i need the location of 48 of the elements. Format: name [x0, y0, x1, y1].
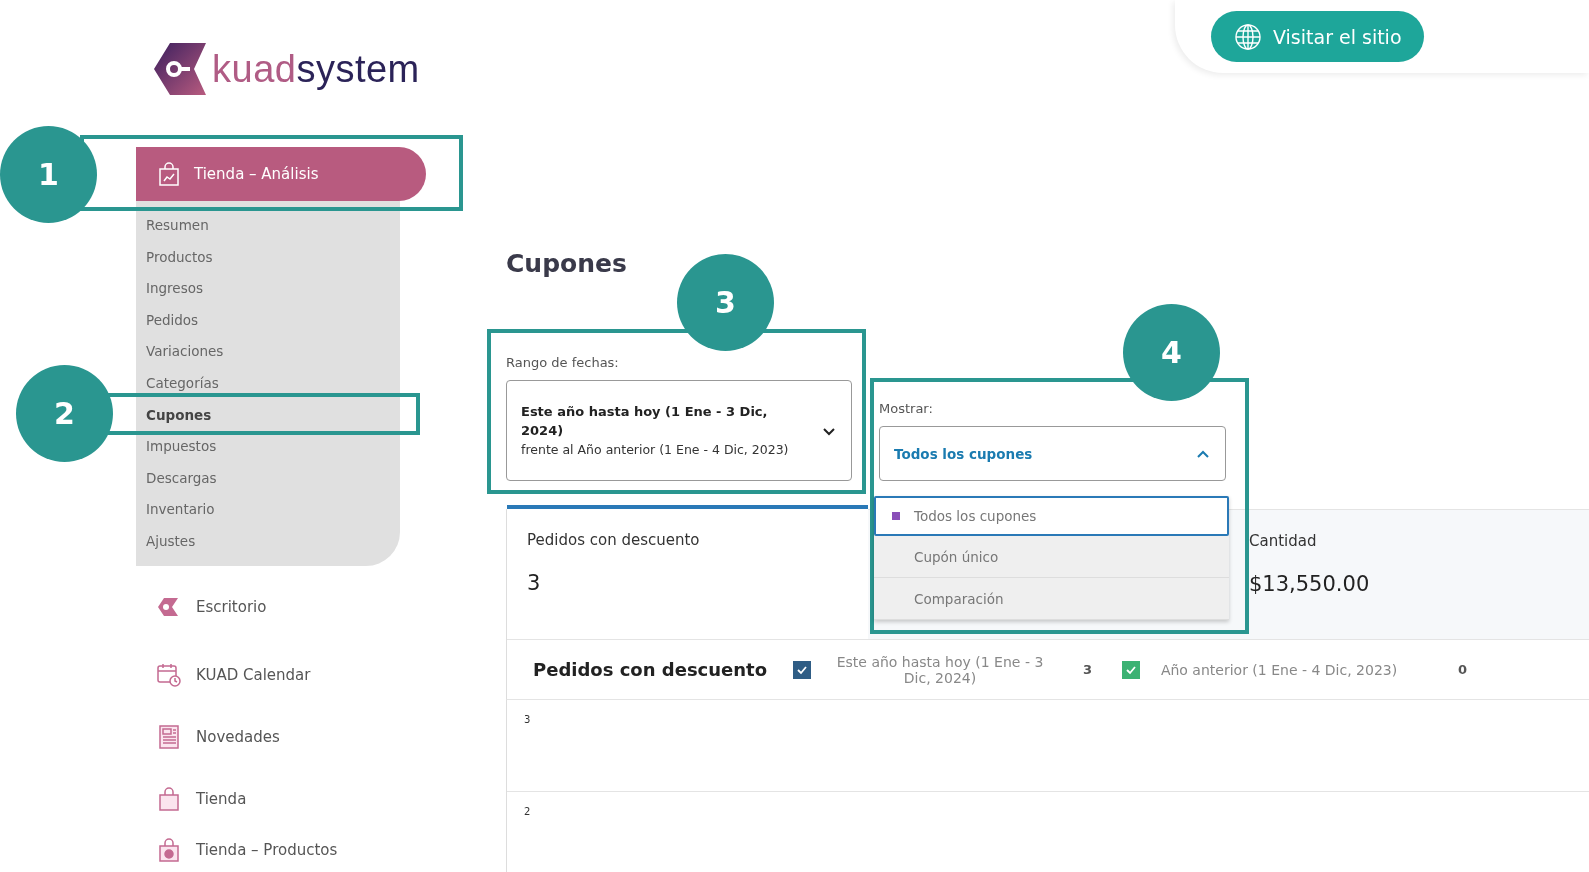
summary-card[interactable]: Cantidad $13,550.00 [1229, 510, 1589, 640]
callout-number: 2 [16, 365, 113, 462]
axis-tick-label: 3 [524, 714, 531, 725]
submenu-item[interactable]: Ingresos [136, 273, 400, 305]
submenu-item[interactable]: Descargas [136, 462, 400, 495]
submenu-item[interactable]: Impuestos [136, 431, 400, 463]
callout-number: 4 [1123, 304, 1220, 401]
sidebar-item[interactable]: Tienda – Análisis [136, 147, 426, 201]
shopping-bag-chart-icon [158, 162, 180, 186]
newspaper-icon [156, 723, 182, 750]
sidebar-item[interactable]: Escritorio [196, 597, 267, 616]
sidebar-item[interactable]: Tienda – Productos [196, 840, 338, 859]
legend-label: Este año hasta hoy (1 Ene - 3 Dic, 2024) [835, 653, 1045, 686]
submenu-item[interactable]: Resumen [136, 210, 400, 242]
callout-number: 3 [677, 254, 774, 351]
axis-tick-label: 2 [524, 806, 531, 817]
legend-checkbox[interactable] [793, 660, 811, 679]
sidebar-item[interactable]: KUAD Calendar [196, 665, 311, 684]
field-label: Rango de fechas: [506, 355, 619, 370]
callout-number: 1 [0, 126, 97, 223]
legend-label: Año anterior (1 Ene - 4 Dic, 2023) [1159, 661, 1399, 678]
legend-checkbox[interactable] [1122, 660, 1141, 679]
submenu-item[interactable]: Categorías [136, 367, 400, 400]
submenu-item[interactable]: Cupones [136, 399, 400, 432]
submenu-item[interactable]: Productos [136, 241, 400, 274]
kuadsystem-logo-icon [152, 41, 208, 97]
date-range-select[interactable]: Este año hasta hoy (1 Ene - 3 Dic, 2024) frente al Año anterior (1 Ene - 4 Dic, 2023) [506, 380, 852, 481]
submenu-item[interactable]: Variaciones [136, 336, 400, 368]
sidebar-item[interactable]: Novedades [196, 727, 280, 746]
globe-icon [1233, 21, 1263, 52]
submenu-item[interactable]: Pedidos [136, 304, 400, 337]
visit-site-button[interactable]: Visitar el sitio [1211, 11, 1424, 62]
legend-value: 3 [1083, 662, 1093, 677]
selected-marker-icon [892, 512, 900, 520]
shopping-bag-icon [156, 785, 182, 812]
sidebar-item[interactable]: Tienda [196, 789, 247, 808]
shopping-bag-icon [156, 836, 182, 863]
submenu-item[interactable]: Inventario [136, 494, 400, 526]
summary-card[interactable]: Pedidos con descuento 3 [507, 505, 868, 640]
page-title: Cupones [506, 249, 628, 278]
legend-value: 0 [1458, 662, 1468, 677]
dropdown-option[interactable]: Todos los cupones [874, 496, 1229, 536]
calendar-clock-icon [156, 661, 182, 688]
chart-title: Pedidos con descuento [533, 659, 769, 680]
submenu-item[interactable]: Ajustes [136, 525, 400, 558]
field-label: Mostrar: [879, 401, 933, 416]
coupon-filter-select[interactable]: Todos los cupones [879, 426, 1226, 481]
brand-name: kuadsystem [212, 47, 420, 91]
